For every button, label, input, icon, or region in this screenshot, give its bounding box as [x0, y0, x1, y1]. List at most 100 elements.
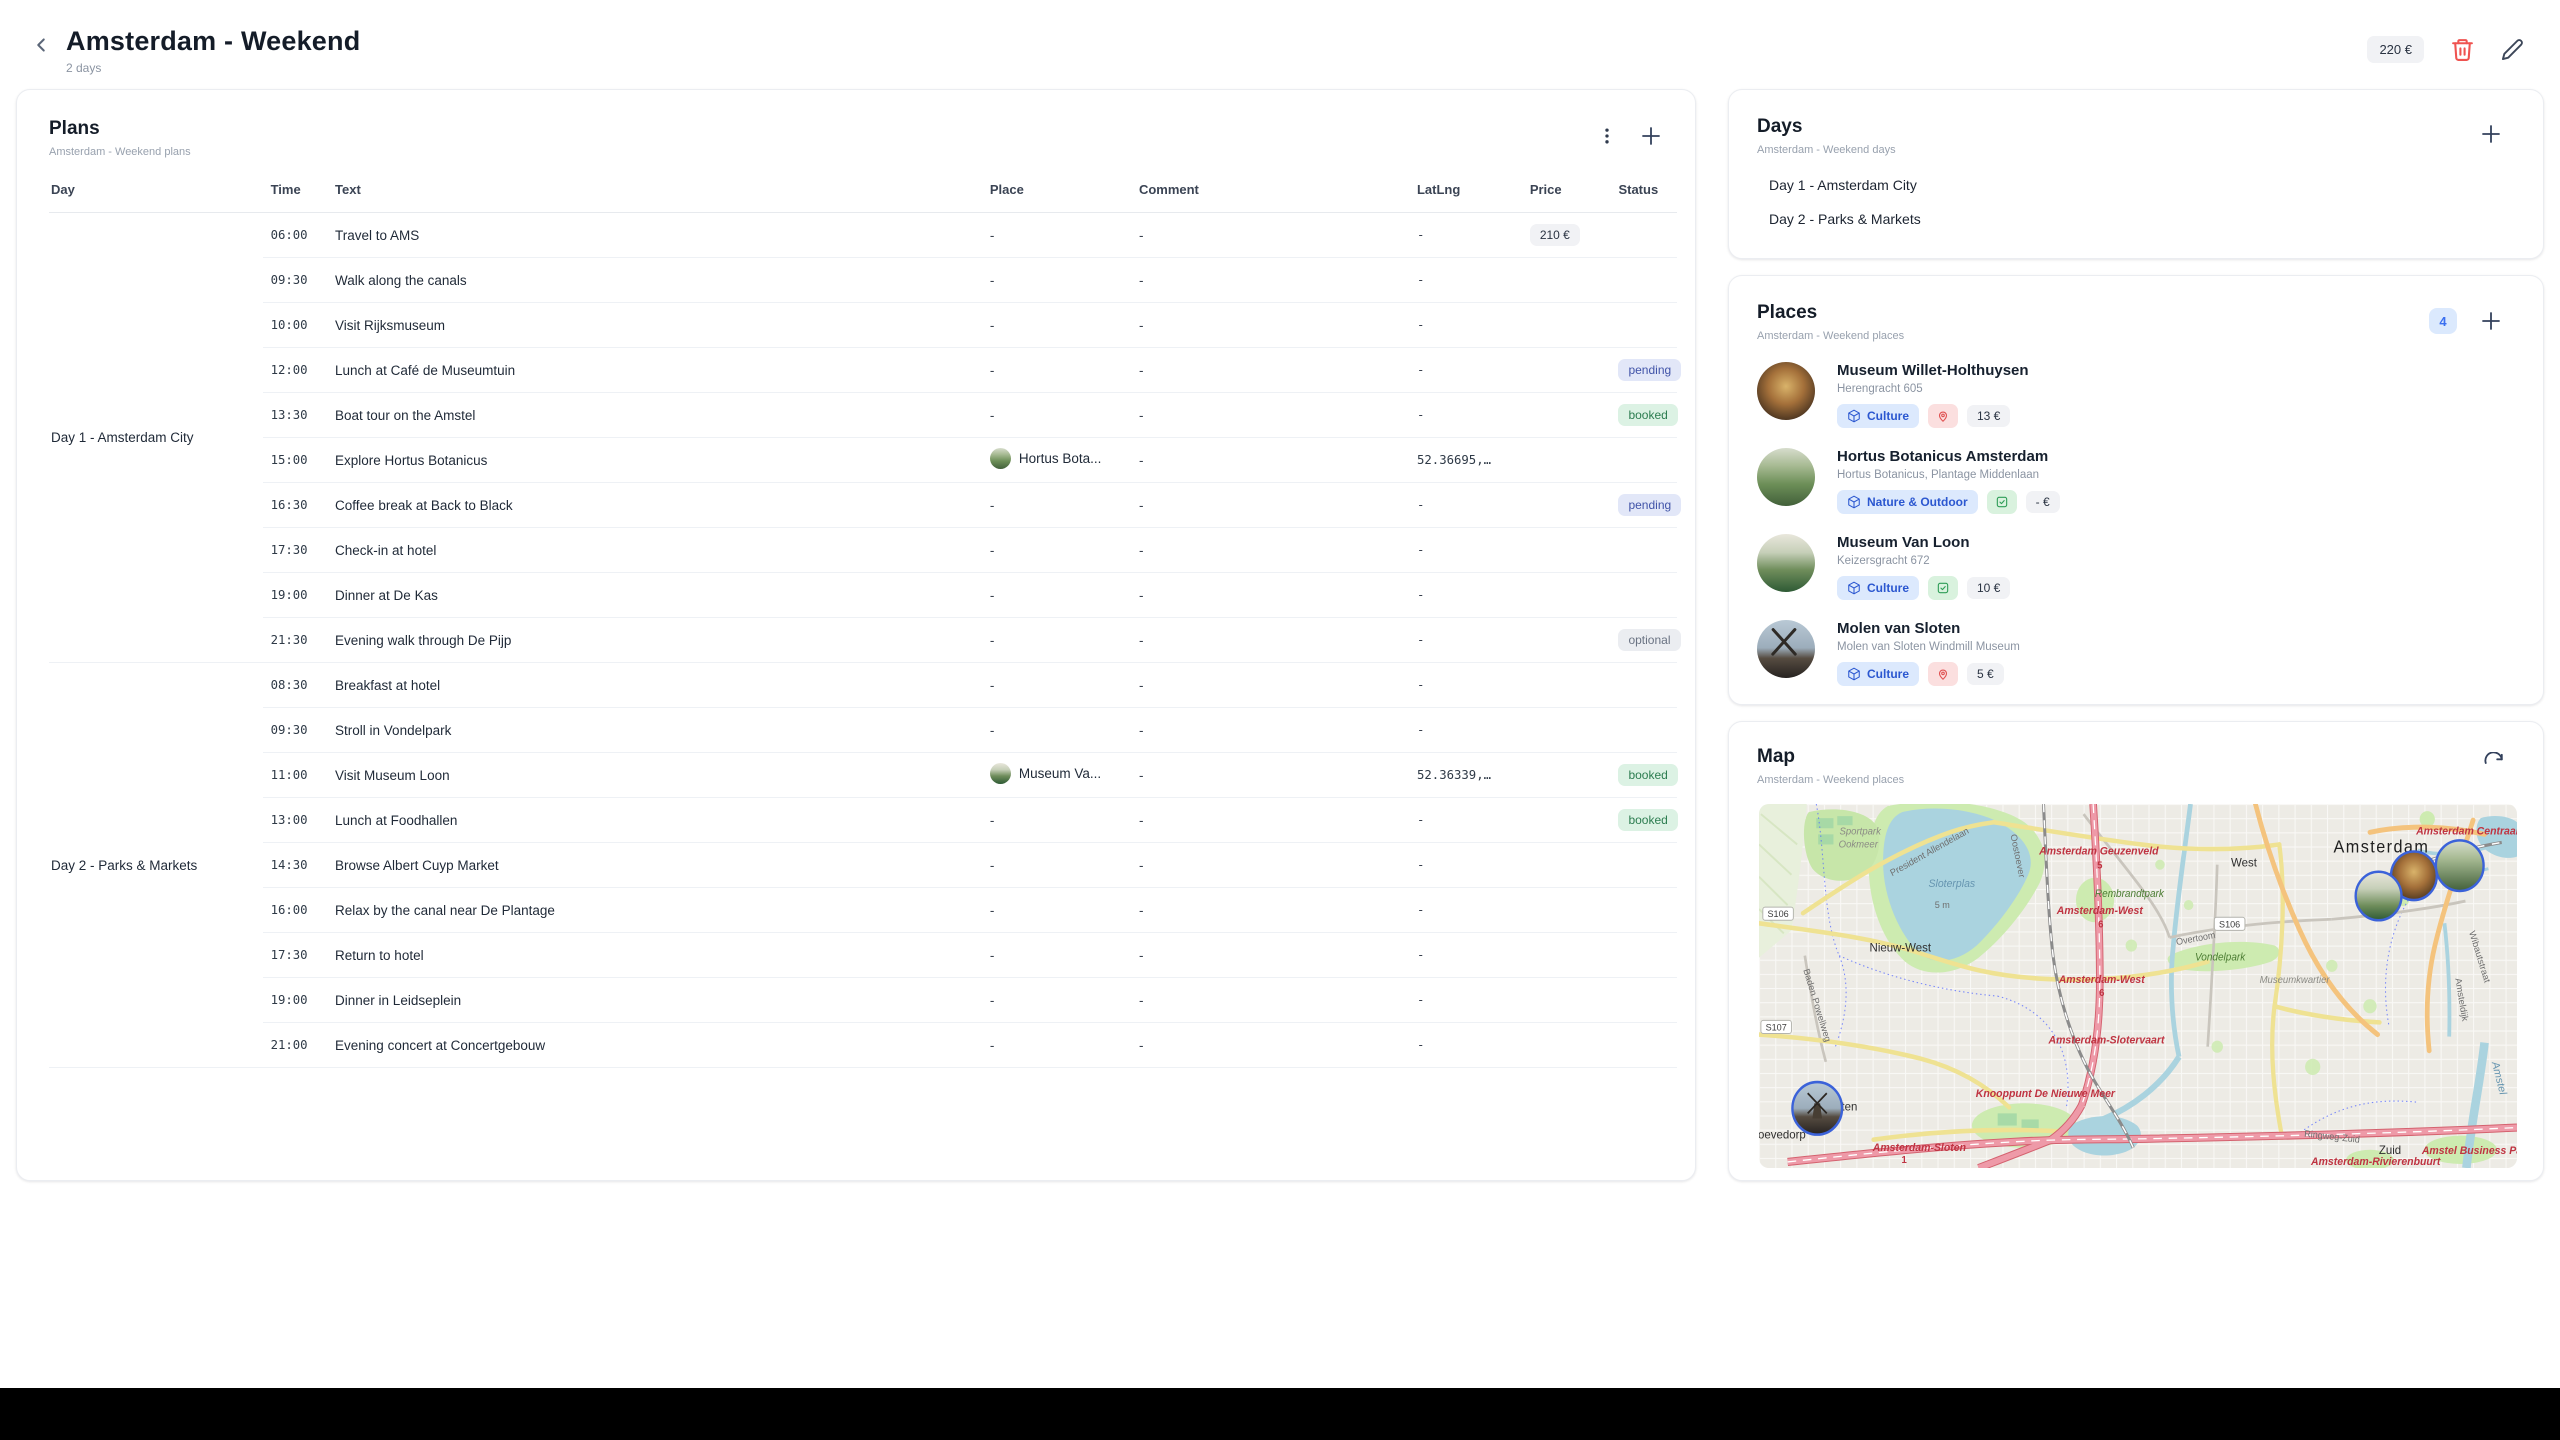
- place-name: Museum Va...: [1019, 766, 1101, 781]
- plan-comment: -: [1131, 618, 1409, 663]
- plan-text: Evening concert at Concertgebouw: [327, 1023, 982, 1068]
- place-price-badge: 5 €: [1967, 663, 2004, 685]
- visited-check-badge[interactable]: [1928, 576, 1958, 600]
- category-badge[interactable]: Nature & Outdoor: [1837, 490, 1978, 514]
- map-label: Sportpark: [1840, 826, 1882, 837]
- plan-latlng: -: [1409, 663, 1522, 708]
- plan-row[interactable]: 13:30Boat tour on the Amstel---booked: [49, 393, 1677, 438]
- plan-status: [1610, 978, 1677, 1023]
- plan-place: -: [982, 393, 1131, 438]
- location-pin-badge[interactable]: [1928, 662, 1958, 686]
- category-badge[interactable]: Culture: [1837, 662, 1919, 686]
- places-list: Museum Willet-HolthuysenHerengracht 605C…: [1757, 362, 2517, 686]
- plan-place: -: [982, 258, 1131, 303]
- day-item-2[interactable]: Day 2 - Parks & Markets: [1757, 202, 2517, 236]
- day-item-1[interactable]: Day 1 - Amsterdam City: [1757, 168, 2517, 202]
- plan-text: Dinner in Leidseplein: [327, 978, 982, 1023]
- map-label: 5 m: [1935, 900, 1950, 910]
- delete-trip-button[interactable]: [2450, 37, 2475, 62]
- plan-row[interactable]: 19:00Dinner in Leidseplein---: [49, 978, 1677, 1023]
- plans-table-body: Day 1 - Amsterdam City06:00Travel to AMS…: [49, 213, 1677, 1068]
- plan-text: Browse Albert Cuyp Market: [327, 843, 982, 888]
- plan-price: [1522, 393, 1611, 438]
- map-canvas[interactable]: S106S106S107 AmsterdamAmsterdam Centraal…: [1759, 804, 2517, 1168]
- category-cube-icon: [1847, 409, 1861, 423]
- plan-price: [1522, 258, 1611, 303]
- plan-time: 17:30: [263, 933, 327, 978]
- edit-trip-button[interactable]: [2501, 38, 2524, 61]
- plan-row[interactable]: 19:00Dinner at De Kas---: [49, 573, 1677, 618]
- map-label: Ookmeer: [1839, 839, 1879, 850]
- map-marker-molen[interactable]: [1792, 1082, 1842, 1135]
- location-pin-badge[interactable]: [1928, 404, 1958, 428]
- plus-icon: [2479, 122, 2503, 146]
- place-body: Hortus Botanicus AmsterdamHortus Botanic…: [1837, 448, 2060, 514]
- map-marker-vanloon[interactable]: [2356, 872, 2402, 921]
- plan-status: [1610, 663, 1677, 708]
- plan-text: Dinner at De Kas: [327, 573, 982, 618]
- plan-price: [1522, 303, 1611, 348]
- plan-comment: -: [1131, 978, 1409, 1023]
- day-group-label: Day 1 - Amsterdam City: [49, 213, 263, 663]
- plan-time: 08:30: [263, 663, 327, 708]
- plan-row[interactable]: 10:00Visit Rijksmuseum---: [49, 303, 1677, 348]
- category-badge[interactable]: Culture: [1837, 404, 1919, 428]
- plan-status: [1610, 213, 1677, 258]
- back-button[interactable]: [30, 34, 52, 56]
- map-label: Sloterplas: [1929, 878, 1976, 890]
- map-label: Vondelpark: [2195, 952, 2246, 963]
- map-label: Nieuw-West: [1870, 941, 1932, 954]
- plan-row[interactable]: 11:00Visit Museum LoonMuseum Va...-52.36…: [49, 753, 1677, 798]
- plans-menu-button[interactable]: [1597, 126, 1617, 146]
- plan-place: -: [982, 798, 1131, 843]
- plan-latlng: 52.36339,…: [1409, 753, 1522, 798]
- plan-row[interactable]: 21:00Evening concert at Concertgebouw---: [49, 1023, 1677, 1068]
- plan-row[interactable]: 12:00Lunch at Café de Museumtuin---pendi…: [49, 348, 1677, 393]
- place-address: Keizersgracht 672: [1837, 555, 2010, 567]
- place-item[interactable]: Hortus Botanicus AmsterdamHortus Botanic…: [1757, 448, 2517, 514]
- places-panel: Places Amsterdam - Weekend places 4 Muse…: [1728, 275, 2544, 705]
- plan-price: [1522, 753, 1611, 798]
- plan-text: Relax by the canal near De Plantage: [327, 888, 982, 933]
- price-badge: 210 €: [1530, 224, 1580, 246]
- plan-place: -: [982, 528, 1131, 573]
- plan-row[interactable]: 09:30Walk along the canals---: [49, 258, 1677, 303]
- trip-total-price: 220 €: [2367, 36, 2424, 63]
- plan-time: 13:00: [263, 798, 327, 843]
- plan-row[interactable]: 16:00Relax by the canal near De Plantage…: [49, 888, 1677, 933]
- place-item[interactable]: Museum Van LoonKeizersgracht 672Culture1…: [1757, 534, 2517, 600]
- plan-place: Museum Va...: [982, 753, 1131, 798]
- plan-row[interactable]: 13:00Lunch at Foodhallen---booked: [49, 798, 1677, 843]
- refresh-map-button[interactable]: [2483, 752, 2505, 774]
- visited-check-badge[interactable]: [1987, 490, 2017, 514]
- plan-row[interactable]: 17:30Return to hotel---: [49, 933, 1677, 978]
- map-subtitle: Amsterdam - Weekend places: [1757, 774, 1904, 786]
- plan-row[interactable]: 17:30Check-in at hotel---: [49, 528, 1677, 573]
- map-title: Map: [1757, 746, 1904, 768]
- place-item[interactable]: Molen van SlotenMolen van Sloten Windmil…: [1757, 620, 2517, 686]
- add-plan-button[interactable]: [1639, 124, 1663, 148]
- map-label: Museumkwartier: [2260, 975, 2331, 986]
- plan-comment: -: [1131, 753, 1409, 798]
- place-body: Museum Van LoonKeizersgracht 672Culture1…: [1837, 534, 2010, 600]
- place-item[interactable]: Museum Willet-HolthuysenHerengracht 605C…: [1757, 362, 2517, 428]
- plans-title: Plans: [49, 118, 191, 140]
- plan-text: Boat tour on the Amstel: [327, 393, 982, 438]
- plan-row[interactable]: Day 2 - Parks & Markets08:30Breakfast at…: [49, 663, 1677, 708]
- place-title: Museum Van Loon: [1837, 534, 2010, 551]
- chevron-left-icon: [30, 34, 52, 56]
- plan-row[interactable]: 09:30Stroll in Vondelpark---: [49, 708, 1677, 753]
- plan-row[interactable]: 14:30Browse Albert Cuyp Market---: [49, 843, 1677, 888]
- plan-row[interactable]: 15:00Explore Hortus BotanicusHortus Bota…: [49, 438, 1677, 483]
- plan-status: booked: [1610, 753, 1677, 798]
- plan-row[interactable]: 21:30Evening walk through De Pijp---opti…: [49, 618, 1677, 663]
- add-day-button[interactable]: [2479, 122, 2503, 146]
- map-marker-hortus[interactable]: [2436, 840, 2484, 891]
- taskbar: [0, 1388, 2560, 1440]
- plan-row[interactable]: Day 1 - Amsterdam City06:00Travel to AMS…: [49, 213, 1677, 258]
- add-place-button[interactable]: [2479, 309, 2503, 333]
- place-body: Molen van SlotenMolen van Sloten Windmil…: [1837, 620, 2020, 686]
- category-badge[interactable]: Culture: [1837, 576, 1919, 600]
- plan-row[interactable]: 16:30Coffee break at Back to Black---pen…: [49, 483, 1677, 528]
- place-price-badge: 13 €: [1967, 405, 2010, 427]
